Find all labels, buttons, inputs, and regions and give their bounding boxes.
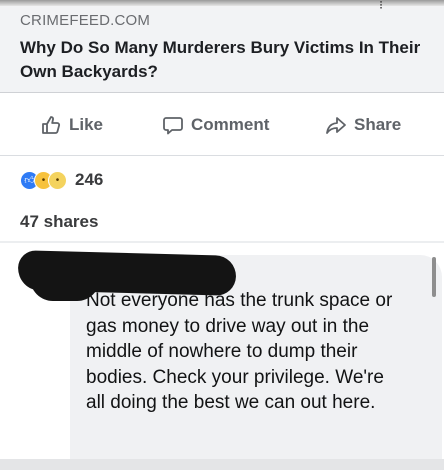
shares-count[interactable]: 47 shares [20,212,98,232]
comment-text: Not everyone has the trunk space or gas … [86,290,393,413]
share-icon [325,114,347,136]
comment-icon [162,114,184,136]
post-footer: Like Comment Share 👍︎ • • 246 47 shares [0,93,444,470]
comment-button[interactable]: Comment [162,113,269,137]
comment-label: Comment [191,115,270,134]
scrollbar-thumb[interactable] [432,257,436,297]
redacted-commenter-name [17,250,237,296]
like-icon [40,114,62,136]
link-headline[interactable]: Why Do So Many Murderers Bury Victims In… [20,36,430,84]
link-preview-card[interactable]: ⁝ CRIMEFEED.COM Why Do So Many Murderers… [0,0,444,93]
like-label: Like [69,115,104,134]
link-domain: CRIMEFEED.COM [20,12,151,29]
share-button[interactable]: Share [325,113,401,137]
reaction-count: 246 [75,170,104,189]
action-bar: Like Comment Share [0,93,444,156]
more-icon[interactable]: ⁝ [372,0,390,11]
share-label: Share [354,115,402,134]
like-button[interactable]: Like [40,113,103,137]
reaction-summary[interactable]: 👍︎ • • 246 [20,169,103,191]
bottom-edge [0,459,444,470]
divider [0,241,444,243]
sad-reaction-icon: • [48,170,67,190]
